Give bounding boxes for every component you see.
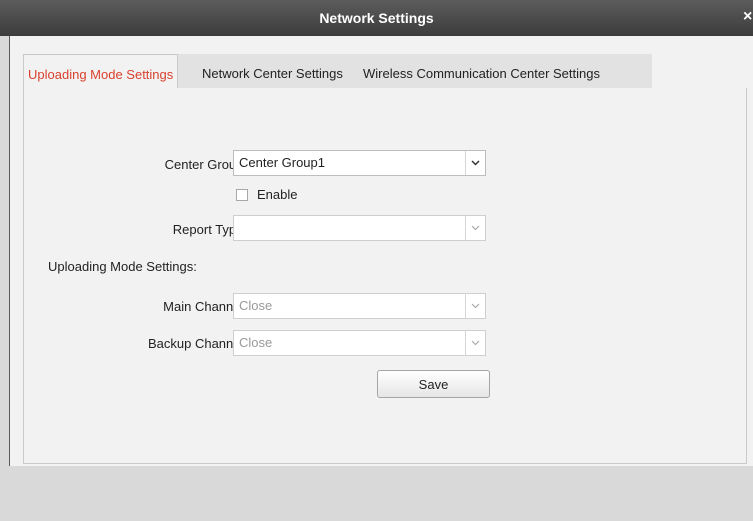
close-icon[interactable]: × <box>743 7 753 27</box>
dialog-content: Uploading Mode Settings Network Center S… <box>9 36 753 466</box>
backup-channel-select[interactable]: Close <box>233 330 486 356</box>
chevron-down-icon <box>465 151 485 175</box>
main-channel-value: Close <box>239 298 273 313</box>
save-button[interactable]: Save <box>377 370 490 398</box>
uploading-mode-section-heading: Uploading Mode Settings: <box>48 259 197 274</box>
title-bar: Network Settings × <box>0 0 753 36</box>
tab-uploading-mode-settings[interactable]: Uploading Mode Settings <box>23 54 179 89</box>
enable-label: Enable <box>257 187 298 202</box>
center-group-value: Center Group1 <box>239 155 325 170</box>
tab-network-center-settings[interactable]: Network Center Settings <box>202 54 343 88</box>
chevron-down-icon <box>465 216 485 240</box>
backup-channel-value: Close <box>239 335 273 350</box>
tab-panel: Center Group: Center Group1 Enable Repor… <box>23 88 747 464</box>
tab-wireless-communication-center-settings[interactable]: Wireless Communication Center Settings <box>363 54 600 88</box>
network-settings-dialog: Network Settings × Uploading Mode Settin… <box>0 0 753 521</box>
chevron-down-icon <box>465 294 485 318</box>
center-group-select[interactable]: Center Group1 <box>233 150 486 176</box>
dialog-title: Network Settings <box>319 10 434 26</box>
report-type-select[interactable] <box>233 215 486 241</box>
main-channel-select[interactable]: Close <box>233 293 486 319</box>
chevron-down-icon <box>465 331 485 355</box>
tab-bar: Uploading Mode Settings Network Center S… <box>23 54 652 89</box>
enable-checkbox[interactable] <box>236 189 248 201</box>
